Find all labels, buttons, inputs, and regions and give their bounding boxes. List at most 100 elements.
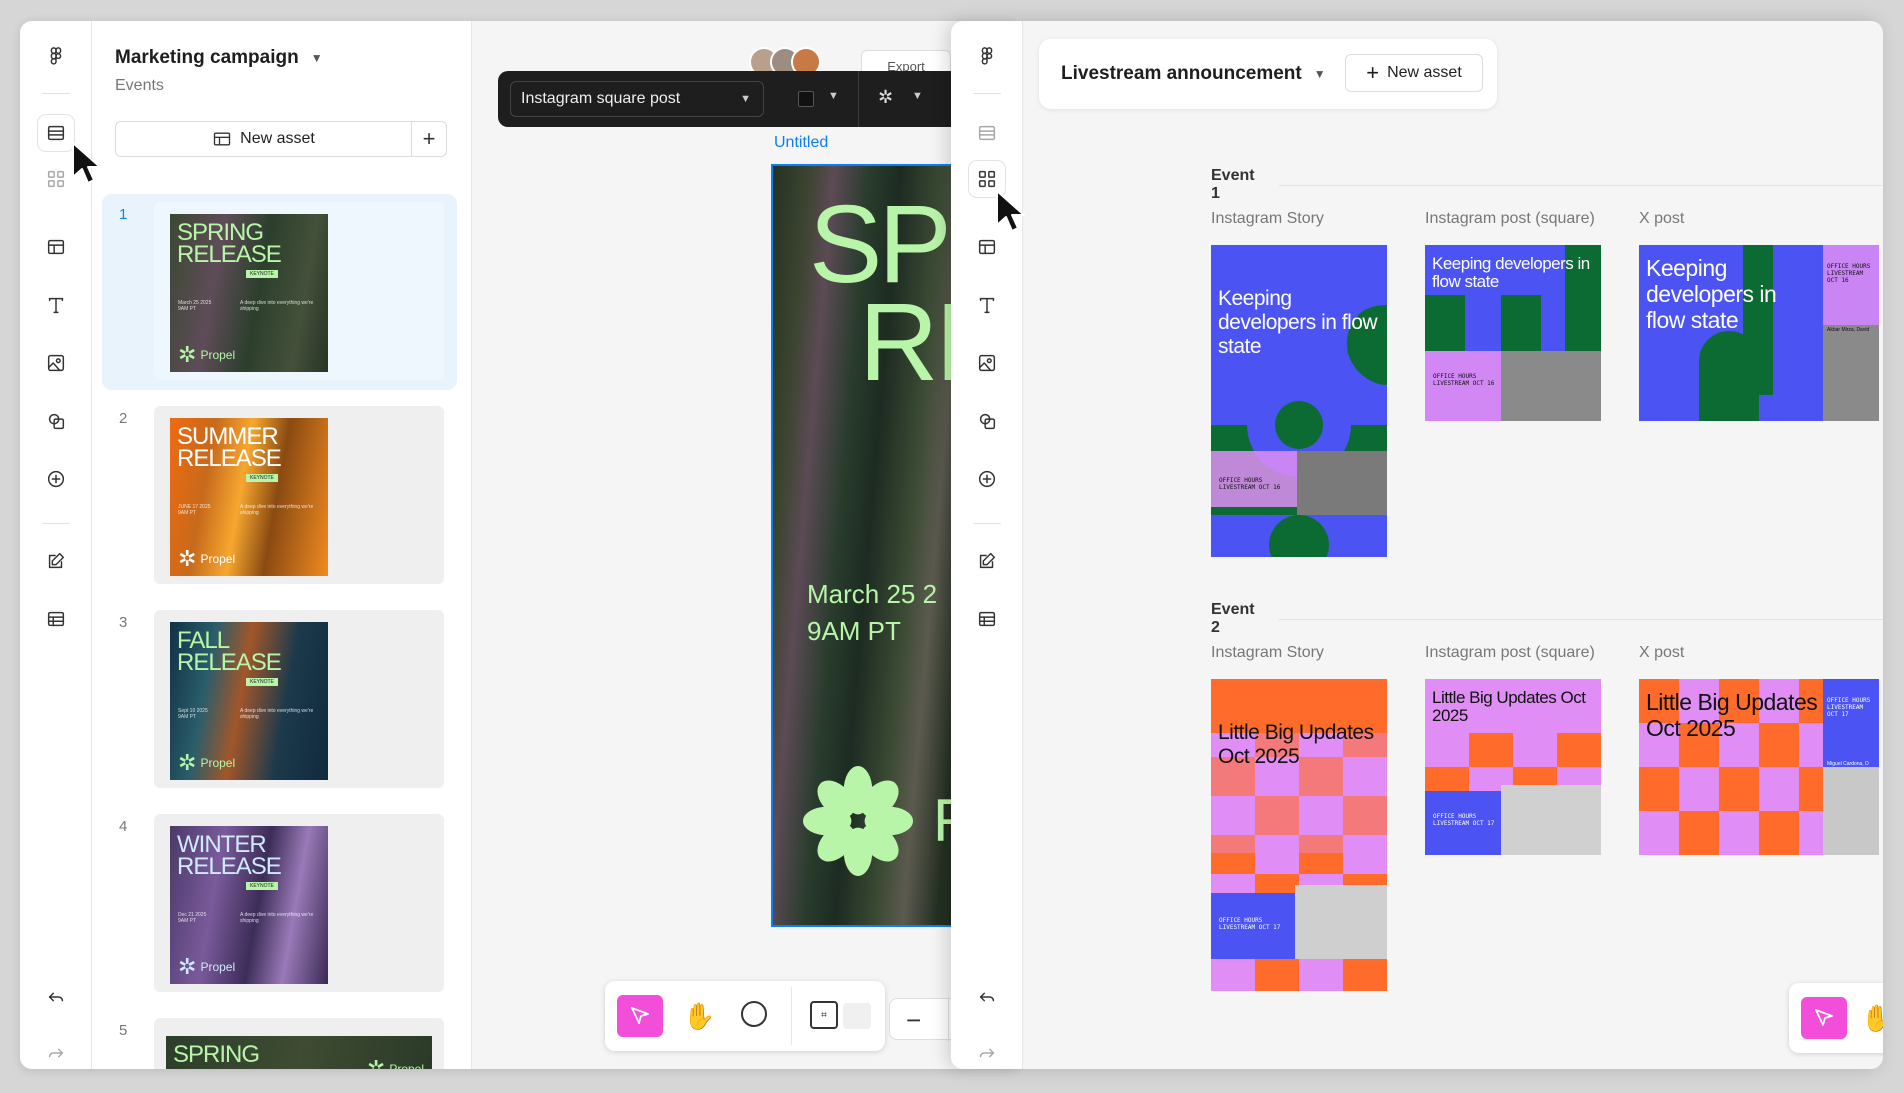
- new-asset-button[interactable]: New asset: [116, 122, 412, 156]
- poster-title-line2: RELEASE: [177, 445, 282, 472]
- frame-label[interactable]: Untitled: [774, 134, 828, 152]
- page-thumbnail-row[interactable]: 4 WINTER RELEASE KEYNOTE Dec 21 2025 9AM PT A…: [102, 806, 457, 1002]
- chevron-down-icon: ▼: [1313, 67, 1326, 81]
- table-icon[interactable]: [38, 601, 74, 637]
- dev-mode-toggle[interactable]: [843, 1003, 871, 1029]
- image-icon[interactable]: [38, 345, 74, 381]
- event-heading: Event 1: [1211, 167, 1883, 203]
- cursor-icon: [631, 1007, 649, 1024]
- poster-blurb: A deep dive into everything we're shippi…: [240, 708, 314, 720]
- new-asset-label: New asset: [240, 130, 315, 147]
- comment-icon[interactable]: [741, 1001, 767, 1027]
- add-circle-icon[interactable]: [38, 461, 74, 497]
- project-title[interactable]: Marketing campaign ▼: [115, 47, 323, 69]
- poster-title-line2: RELEASE: [177, 649, 282, 676]
- shapes-icon[interactable]: [969, 403, 1005, 439]
- table-icon[interactable]: [969, 601, 1005, 637]
- image-icon[interactable]: [969, 345, 1005, 381]
- figma-logo-icon[interactable]: [38, 39, 74, 75]
- x-post-asset[interactable]: Keeping developers in flow state OFFICE H…: [1639, 245, 1883, 421]
- text-icon[interactable]: [38, 287, 74, 323]
- asset-headline: Keeping developers in flow state: [1646, 255, 1777, 333]
- poster-brand: ✲ Propel: [178, 548, 235, 570]
- asset-header: Livestream announcement ▼ + New asset: [1039, 39, 1497, 109]
- poster-title: SUMMER RELEASE: [177, 425, 282, 472]
- instagram-square-asset[interactable]: Little Big Updates Oct 2025 OFFICE HOURS …: [1425, 679, 1601, 855]
- poster-brand: ✲ Propel: [178, 752, 236, 774]
- poster-title-line2: RELEASE: [177, 853, 282, 880]
- format-select[interactable]: Instagram square post ▼: [510, 81, 764, 117]
- shapes-icon[interactable]: [38, 403, 74, 439]
- move-tool-button[interactable]: [617, 995, 663, 1037]
- page-thumbnail-row[interactable]: 3 FALL RELEASE KEYNOTE Sept 10 2025 9AM PT A …: [102, 602, 457, 798]
- move-tool-button[interactable]: [1801, 997, 1847, 1039]
- asset-format-label: Instagram post (square): [1425, 644, 1595, 661]
- dev-mode-icon[interactable]: ⌗: [810, 1001, 838, 1029]
- magic-wand-icon[interactable]: ✲: [878, 87, 893, 108]
- grid-icon[interactable]: [38, 161, 74, 197]
- chevron-down-icon[interactable]: ▼: [912, 90, 923, 102]
- add-page-button[interactable]: +: [412, 122, 446, 156]
- fill-color-swatch[interactable]: [798, 91, 814, 107]
- poster-title-line1: SPRING: [173, 1041, 260, 1068]
- poster-brand-name: Propel: [200, 756, 236, 770]
- poster-brand-name: Propel: [200, 348, 236, 362]
- hand-icon[interactable]: ✋: [1861, 1003, 1883, 1034]
- project-subtitle: Events: [115, 77, 164, 94]
- undo-icon[interactable]: [38, 979, 74, 1015]
- redo-icon[interactable]: [969, 1035, 1005, 1069]
- page-number: 1: [119, 206, 128, 223]
- layout-icon: [213, 132, 231, 146]
- minus-icon[interactable]: −: [906, 1005, 921, 1036]
- layers-icon[interactable]: [38, 115, 74, 151]
- poster-brand-name: Propel: [200, 960, 236, 974]
- plus-icon: +: [422, 126, 436, 151]
- asset-set-title[interactable]: Livestream announcement ▼: [1061, 63, 1326, 85]
- poster-blurb: A deep dive into everything we're shippi…: [240, 300, 314, 312]
- redo-icon[interactable]: [38, 1035, 74, 1069]
- page-thumbnail-row[interactable]: 5 SPRING ✲ Propel: [102, 1010, 457, 1069]
- right-app-window: Livestream announcement ▼ + New asset Ev…: [951, 21, 1883, 1069]
- poster-badge: KEYNOTE: [246, 474, 278, 482]
- hand-icon[interactable]: ✋: [683, 1001, 715, 1032]
- figma-logo-icon[interactable]: [969, 39, 1005, 75]
- bottom-toolbar: ✋ ⌗: [605, 981, 885, 1051]
- frame-headline-2: RI: [859, 281, 965, 404]
- mouse-cursor-icon: [72, 142, 101, 184]
- page-number: 5: [119, 1022, 128, 1039]
- add-circle-icon[interactable]: [969, 461, 1005, 497]
- asset-set-title-text: Livestream announcement: [1061, 63, 1302, 84]
- layers-icon[interactable]: [969, 115, 1005, 151]
- chevron-down-icon[interactable]: ▼: [828, 90, 839, 102]
- edit-icon[interactable]: [38, 543, 74, 579]
- poster-title: SPRING RELEASE: [177, 221, 282, 267]
- poster-date: Dec 21 2025 9AM PT: [178, 912, 207, 924]
- poster-brand: ✲ Propel: [178, 344, 236, 366]
- page-thumbnail-row[interactable]: 2 SUMMER RELEASE KEYNOTE JUNE 17 2025 9AM PT…: [102, 398, 457, 594]
- plus-icon: +: [1366, 60, 1380, 85]
- asset-headline: Little Big Updates Oct 2025: [1646, 689, 1818, 741]
- instagram-square-asset[interactable]: Keeping developers in flow state OFFICE H…: [1425, 245, 1601, 421]
- asset-event-tag: OFFICE HOURS LIVESTREAM OCT 17: [1827, 697, 1871, 718]
- asset-event-tag: OFFICE HOURS LIVESTREAM OCT 16: [1827, 263, 1871, 284]
- instagram-story-asset[interactable]: Little Big Updates Oct 2025 OFFICE HOURS …: [1211, 679, 1387, 991]
- cursor-icon: [1815, 1009, 1833, 1026]
- page-poster: SPRING RELEASE KEYNOTE March 25 2025 9AM PT…: [170, 214, 328, 372]
- poster-blurb: A deep dive into everything we're shippi…: [240, 504, 314, 516]
- page-poster: SPRING ✲ Propel: [166, 1036, 432, 1069]
- x-post-asset[interactable]: Little Big Updates Oct 2025 OFFICE HOURS …: [1639, 679, 1883, 855]
- text-icon[interactable]: [969, 287, 1005, 323]
- layout-icon[interactable]: [38, 229, 74, 265]
- asset-headline: Keeping developers in flow state: [1432, 254, 1590, 291]
- undo-icon[interactable]: [969, 979, 1005, 1015]
- asset-format-label: X post: [1639, 644, 1685, 661]
- edit-icon[interactable]: [969, 543, 1005, 579]
- event-heading: Event 2: [1211, 601, 1883, 637]
- frame-date-line1: March 25 2: [807, 579, 938, 609]
- instagram-story-asset[interactable]: Keeping developers in flow state OFFICE H…: [1211, 245, 1387, 557]
- poster-badge: KEYNOTE: [246, 678, 278, 686]
- asset-format-label: X post: [1639, 210, 1685, 227]
- page-thumbnail-row[interactable]: 1 SPRING RELEASE KEYNOTE March 25 2025 9AM P…: [102, 194, 457, 390]
- new-asset-button[interactable]: + New asset: [1345, 54, 1483, 92]
- poster-brand-name: Propel: [389, 1062, 424, 1069]
